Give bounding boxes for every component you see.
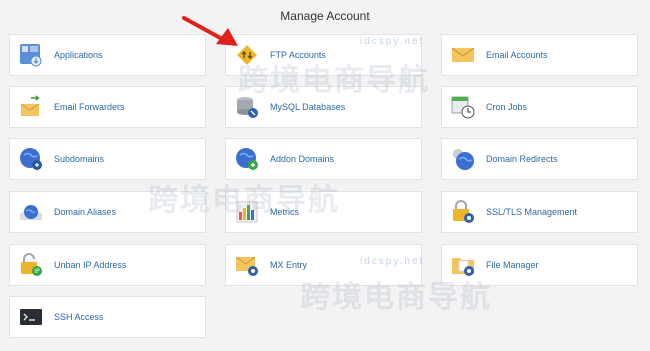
tile-applications[interactable]: Applications <box>9 34 206 76</box>
tile-label: Addon Domains <box>270 154 335 164</box>
tile-label: Email Accounts <box>486 50 548 60</box>
tile-label: Domain Aliases <box>54 207 117 217</box>
tile-mysql-databases[interactable]: MySQL Databases <box>225 86 422 128</box>
tile-addon-domains[interactable]: Addon Domains <box>225 138 422 180</box>
tile-label: MySQL Databases <box>270 102 346 112</box>
page-title: Manage Account <box>280 9 370 23</box>
ftp-icon <box>234 42 260 68</box>
ssl-lock-icon <box>450 199 476 225</box>
tile-label: Domain Redirects <box>486 154 558 164</box>
tile-email-forwarders[interactable]: Email Forwarders <box>9 86 206 128</box>
tile-mx-entry[interactable]: MX Entry <box>225 244 422 286</box>
metrics-chart-icon <box>234 199 260 225</box>
manage-account-page: Manage Account Applications FTP Accounts… <box>0 0 650 351</box>
tile-file-manager[interactable]: File Manager <box>441 244 638 286</box>
email-forwarder-icon <box>18 94 44 120</box>
tile-label: Applications <box>54 50 103 60</box>
tile-ftp-accounts[interactable]: FTP Accounts <box>225 34 422 76</box>
tile-label: Cron Jobs <box>486 102 528 112</box>
tile-ssh-access[interactable]: SSH Access <box>9 296 206 338</box>
tile-ssl-tls-management[interactable]: SSL/TLS Management <box>441 191 638 233</box>
alias-globe-icon <box>18 199 44 225</box>
tile-unban-ip-address[interactable]: IP Unban IP Address <box>9 244 206 286</box>
redirect-globe-icon <box>450 146 476 172</box>
tile-email-accounts[interactable]: Email Accounts <box>441 34 638 76</box>
svg-text:IP: IP <box>34 268 40 275</box>
terminal-icon <box>18 304 44 330</box>
tile-label: Metrics <box>270 207 299 217</box>
subdomain-globe-icon <box>18 146 44 172</box>
folder-icon <box>450 252 476 278</box>
email-icon <box>450 42 476 68</box>
tile-cron-jobs[interactable]: Cron Jobs <box>441 86 638 128</box>
tile-domain-redirects[interactable]: Domain Redirects <box>441 138 638 180</box>
tile-subdomains[interactable]: Subdomains <box>9 138 206 180</box>
tile-label: Email Forwarders <box>54 102 125 112</box>
database-icon <box>234 94 260 120</box>
tile-label: SSH Access <box>54 312 104 322</box>
tile-metrics[interactable]: Metrics <box>225 191 422 233</box>
cron-icon <box>450 94 476 120</box>
tile-domain-aliases[interactable]: Domain Aliases <box>9 191 206 233</box>
addon-globe-icon <box>234 146 260 172</box>
unban-lock-icon: IP <box>18 252 44 278</box>
tile-label: Unban IP Address <box>54 260 127 270</box>
mx-mail-icon <box>234 252 260 278</box>
tile-label: Subdomains <box>54 154 105 164</box>
tile-label: MX Entry <box>270 260 308 270</box>
tile-label: File Manager <box>486 260 539 270</box>
applications-icon <box>18 42 44 68</box>
tile-label: FTP Accounts <box>270 50 326 60</box>
tile-label: SSL/TLS Management <box>486 207 578 217</box>
